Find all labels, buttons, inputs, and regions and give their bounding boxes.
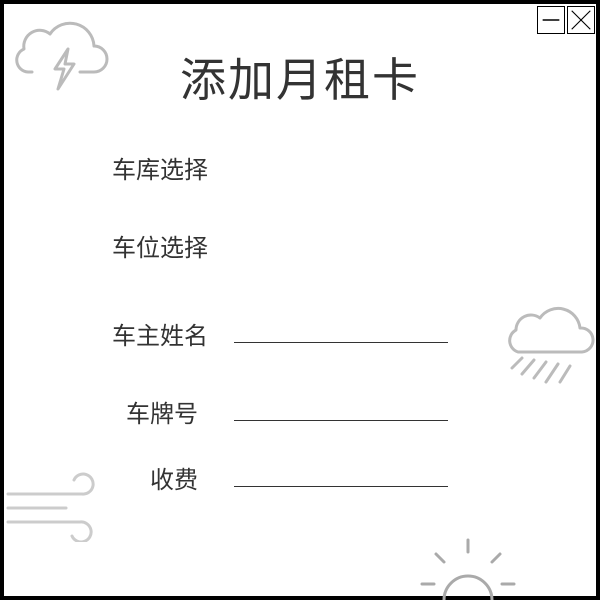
owner-name-label: 车主姓名: [112, 322, 208, 350]
plate-number-field[interactable]: [234, 420, 448, 421]
fee-field[interactable]: [234, 486, 448, 487]
close-button[interactable]: [567, 6, 595, 34]
rain-cloud-icon: [502, 296, 598, 388]
plate-number-label: 车牌号: [126, 400, 198, 428]
minimize-icon: [542, 19, 560, 21]
minimize-button[interactable]: [537, 6, 565, 34]
space-select-label: 车位选择: [112, 234, 208, 262]
owner-name-field[interactable]: [234, 342, 448, 343]
garage-select-label: 车库选择: [112, 156, 208, 184]
page-title: 添加月租卡: [180, 53, 420, 107]
fee-label: 收费: [150, 466, 198, 494]
sun-icon: [418, 536, 518, 600]
close-icon: [571, 10, 591, 30]
add-monthly-card-window: 添加月租卡 车库选择 车位选择 车主姓名 车牌号 收费: [0, 0, 600, 600]
wind-icon: [4, 472, 108, 542]
